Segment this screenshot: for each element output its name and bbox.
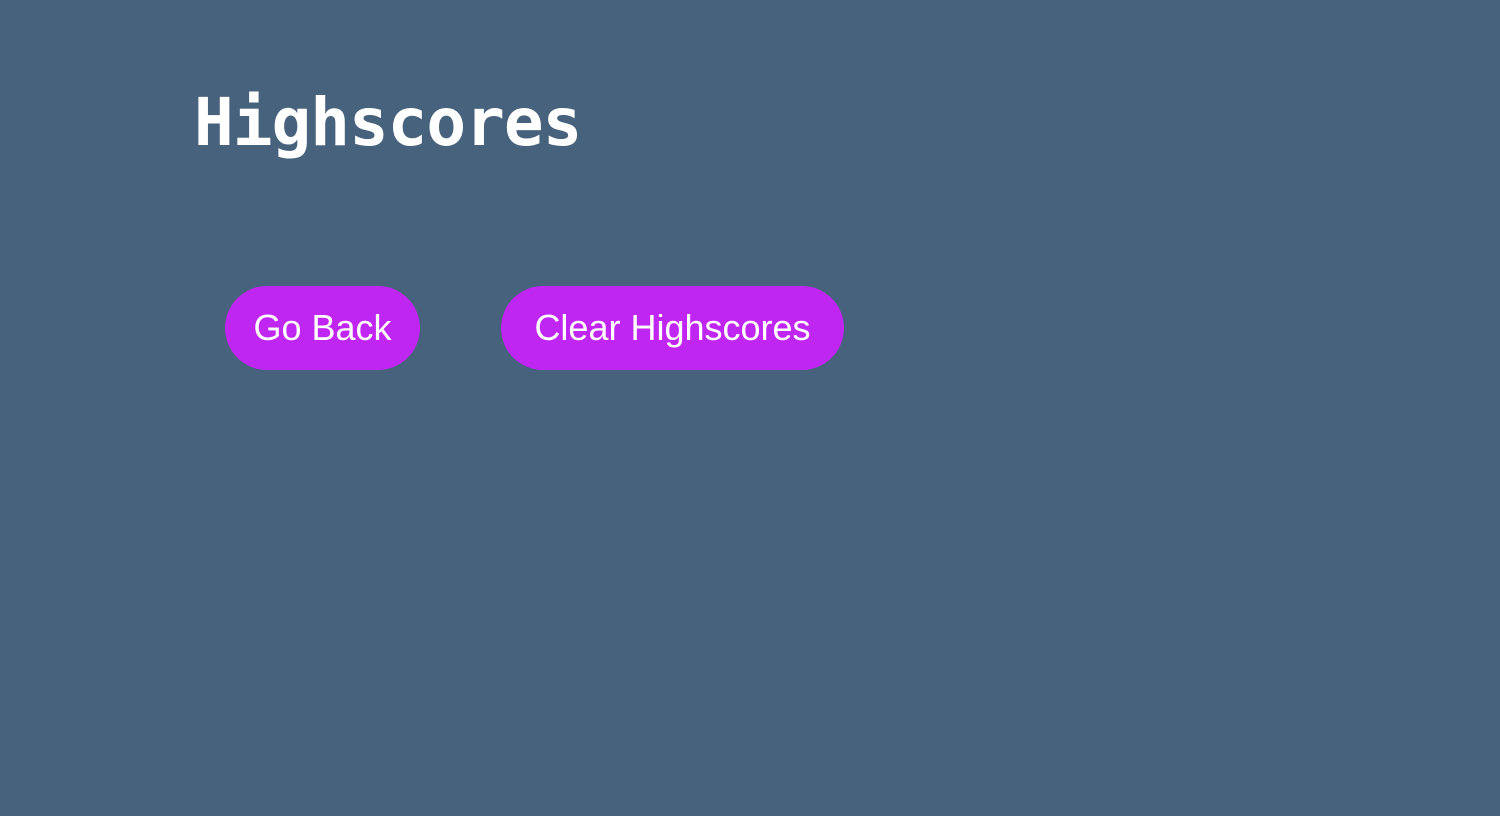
page-title: Highscores: [194, 84, 582, 161]
highscore-actions: Go Back Clear Highscores: [225, 286, 844, 370]
highscores-page: Highscores Go Back Clear Highscores: [0, 0, 1500, 816]
go-back-button[interactable]: Go Back: [225, 286, 420, 370]
clear-highscores-button[interactable]: Clear Highscores: [501, 286, 844, 370]
